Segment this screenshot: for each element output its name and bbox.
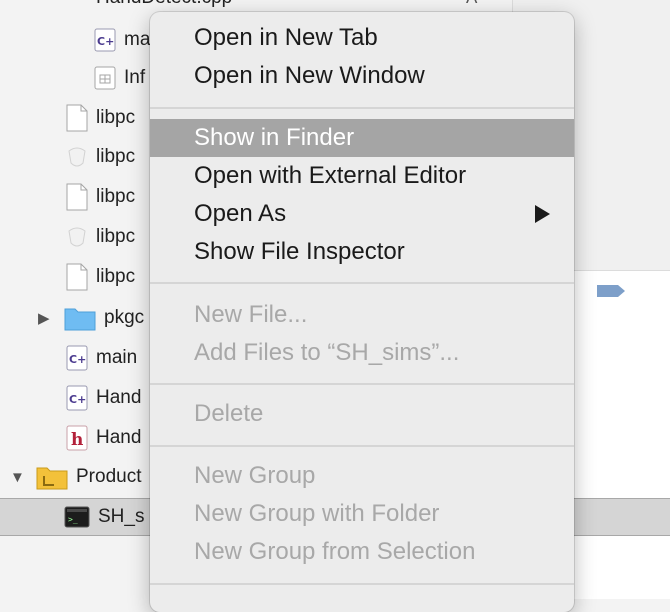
navigator-item-label: libpc — [96, 266, 136, 287]
menu-separator — [150, 583, 574, 585]
menu-separator — [150, 445, 574, 447]
menu-item-label: Delete — [194, 400, 264, 427]
menu-item-open-in-new-window[interactable]: Open in New Window — [150, 57, 574, 95]
menu-item-open-in-new-tab[interactable]: Open in New Tab — [150, 19, 574, 57]
menu-item-open-as[interactable]: Open As — [150, 195, 574, 233]
navigator-item-label: libpc — [96, 146, 136, 167]
svg-text:h: h — [71, 430, 83, 450]
header-file-icon: h — [66, 425, 88, 451]
navigator-item[interactable]: libpc — [66, 99, 135, 137]
context-menu: Open in New Tab Open in New Window Show … — [150, 12, 574, 612]
menu-item-label: Open As — [194, 200, 287, 227]
disclosure-triangle-expanded-icon[interactable]: ▼ — [10, 469, 28, 486]
terminal-executable-icon: >_ — [64, 506, 90, 528]
menu-item-new-group-from-selection: New Group from Selection — [150, 533, 574, 571]
navigator-item-label: libpc — [96, 226, 136, 247]
menu-item-label: New Group with Folder — [194, 500, 440, 527]
dylib-icon — [66, 223, 88, 251]
navigator-item[interactable]: libpc — [66, 218, 135, 256]
menu-item-new-file: New File... — [150, 296, 574, 334]
menu-separator — [150, 282, 574, 284]
document-icon — [66, 183, 88, 211]
navigator-item[interactable]: Inf — [94, 59, 145, 97]
navigator-item-label: HandDetect.cpp — [96, 0, 232, 9]
plist-file-icon — [94, 66, 116, 90]
navigator-item[interactable]: C+ main — [66, 339, 137, 377]
cpp-file-icon: C+ — [94, 28, 116, 52]
navigator-item-label: libpc — [96, 186, 136, 207]
menu-item-show-in-finder[interactable]: Show in Finder — [150, 119, 574, 157]
source-control-status: A — [466, 0, 477, 8]
navigator-item[interactable]: h Hand — [66, 419, 141, 457]
menu-item-new-group: New Group — [150, 457, 574, 495]
disclosure-triangle-collapsed-icon[interactable]: ▶ — [38, 309, 56, 327]
navigator-item-label: Hand — [96, 387, 142, 408]
svg-text:C+: C+ — [69, 353, 86, 366]
navigator-item-label: Inf — [124, 67, 146, 88]
menu-item-label: Add Files to “SH_sims”... — [194, 339, 460, 366]
navigator-item-handdetect-cpp[interactable]: HandDetect.cpp A — [96, 0, 477, 12]
navigator-item-label: pkgc — [104, 307, 145, 328]
cpp-file-icon: C+ — [66, 345, 88, 371]
navigator-group-products[interactable]: ▼ Product — [10, 458, 141, 496]
menu-separator — [150, 107, 574, 109]
navigator-item[interactable]: libpc — [66, 178, 135, 216]
dylib-icon — [66, 143, 88, 171]
menu-item-open-with-external-editor[interactable]: Open with External Editor — [150, 157, 574, 195]
navigator-item-label: main — [96, 347, 138, 368]
navigator-item[interactable]: libpc — [66, 138, 135, 176]
navigator-item-label: ma — [124, 29, 151, 50]
menu-item-label: New File... — [194, 301, 308, 328]
navigator-item-label: SH_s — [98, 506, 145, 527]
folder-icon — [36, 464, 68, 490]
menu-item-label: Open with External Editor — [194, 162, 467, 189]
navigator-item[interactable]: C+ ma — [94, 21, 150, 59]
svg-text:C+: C+ — [69, 393, 86, 406]
menu-item-add-files: Add Files to “SH_sims”... — [150, 334, 574, 372]
navigator-item[interactable]: ▶ pkgc — [38, 299, 144, 337]
svg-text:>_: >_ — [68, 515, 78, 524]
menu-item-label: Show in Finder — [194, 124, 355, 151]
menu-item-delete: Delete — [150, 395, 574, 433]
svg-text:C+: C+ — [97, 35, 114, 48]
navigator-item[interactable]: libpc — [66, 258, 135, 296]
document-icon — [66, 104, 88, 132]
menu-item-new-group-with-folder: New Group with Folder — [150, 495, 574, 533]
navigator-item[interactable]: C+ Hand — [66, 379, 141, 417]
menu-item-label: New Group from Selection — [194, 538, 476, 565]
menu-item-label: New Group — [194, 462, 316, 489]
navigator-item-label: libpc — [96, 107, 136, 128]
menu-item-label: Show File Inspector — [194, 238, 405, 265]
submenu-arrow-icon — [535, 205, 550, 223]
folder-icon — [64, 305, 96, 331]
menu-separator — [150, 383, 574, 385]
document-icon — [66, 263, 88, 291]
cpp-file-icon: C+ — [66, 385, 88, 411]
tag-icon[interactable] — [596, 284, 626, 298]
navigator-item-label: Product — [76, 466, 142, 487]
menu-item-label: Open in New Window — [194, 62, 425, 89]
menu-item-show-file-inspector[interactable]: Show File Inspector — [150, 233, 574, 271]
menu-item-label: Open in New Tab — [194, 24, 378, 51]
navigator-item-label: Hand — [96, 427, 142, 448]
